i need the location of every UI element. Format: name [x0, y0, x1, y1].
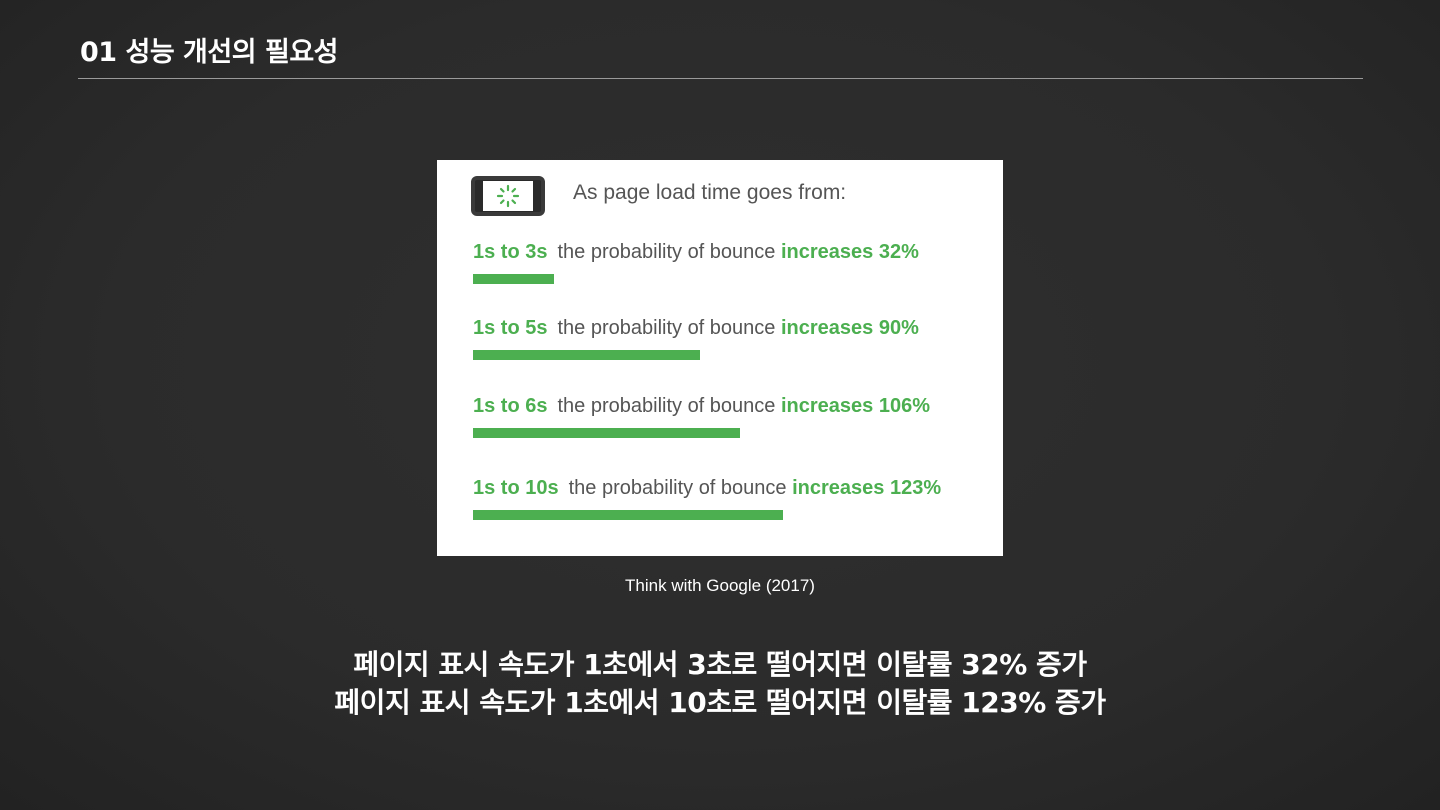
bounce-bar [473, 510, 783, 520]
bounce-increase-label: increases 106% [780, 395, 930, 417]
chart-heading: As page load time goes from: [573, 181, 847, 204]
summary-line-2: 페이지 표시 속도가 1초에서 10초로 떨어지면 이탈률 123% 증가 [334, 686, 1106, 719]
bounce-row: 1s to 10s the probability of bounce incre… [473, 476, 941, 526]
bounce-increase-label: increases 123% [792, 477, 942, 499]
bounce-description-label: the probability of bounce [557, 317, 776, 339]
bounce-row-text: 1s to 5s the probability of bounce increa… [473, 316, 919, 340]
load-time-range-label: 1s to 5s [473, 317, 548, 339]
title-divider [78, 78, 1363, 79]
bounce-bar [473, 350, 700, 360]
bounce-row-text: 1s to 6s the probability of bounce increa… [473, 394, 930, 418]
load-time-range-label: 1s to 6s [473, 395, 548, 417]
bounce-increase-label: increases 32% [780, 241, 919, 263]
bounce-row-text: 1s to 3s the probability of bounce increa… [473, 240, 919, 264]
bounce-row-text: 1s to 10s the probability of bounce incre… [473, 476, 941, 500]
bounce-description-label: the probability of bounce [568, 477, 787, 499]
bounce-description-label: the probability of bounce [557, 241, 776, 263]
bounce-row: 1s to 5s the probability of bounce increa… [473, 316, 919, 366]
bounce-bar [473, 274, 554, 284]
bounce-bar [473, 428, 740, 438]
bounce-row: 1s to 3s the probability of bounce increa… [473, 240, 919, 290]
bounce-row: 1s to 6s the probability of bounce increa… [473, 394, 930, 444]
phone-loading-icon [471, 176, 545, 216]
load-time-range-label: 1s to 3s [473, 241, 548, 263]
summary-line-1: 페이지 표시 속도가 1초에서 3초로 떨어지면 이탈률 32% 증가 [353, 648, 1087, 681]
load-time-range-label: 1s to 10s [473, 477, 559, 499]
source-caption: Think with Google (2017) [625, 576, 815, 595]
chart-card: As page load time goes from: 1s to 3s the… [437, 160, 1003, 556]
bounce-description-label: the probability of bounce [557, 395, 776, 417]
slide-title: 01 성능 개선의 필요성 [80, 37, 339, 68]
bounce-increase-label: increases 90% [780, 317, 919, 339]
